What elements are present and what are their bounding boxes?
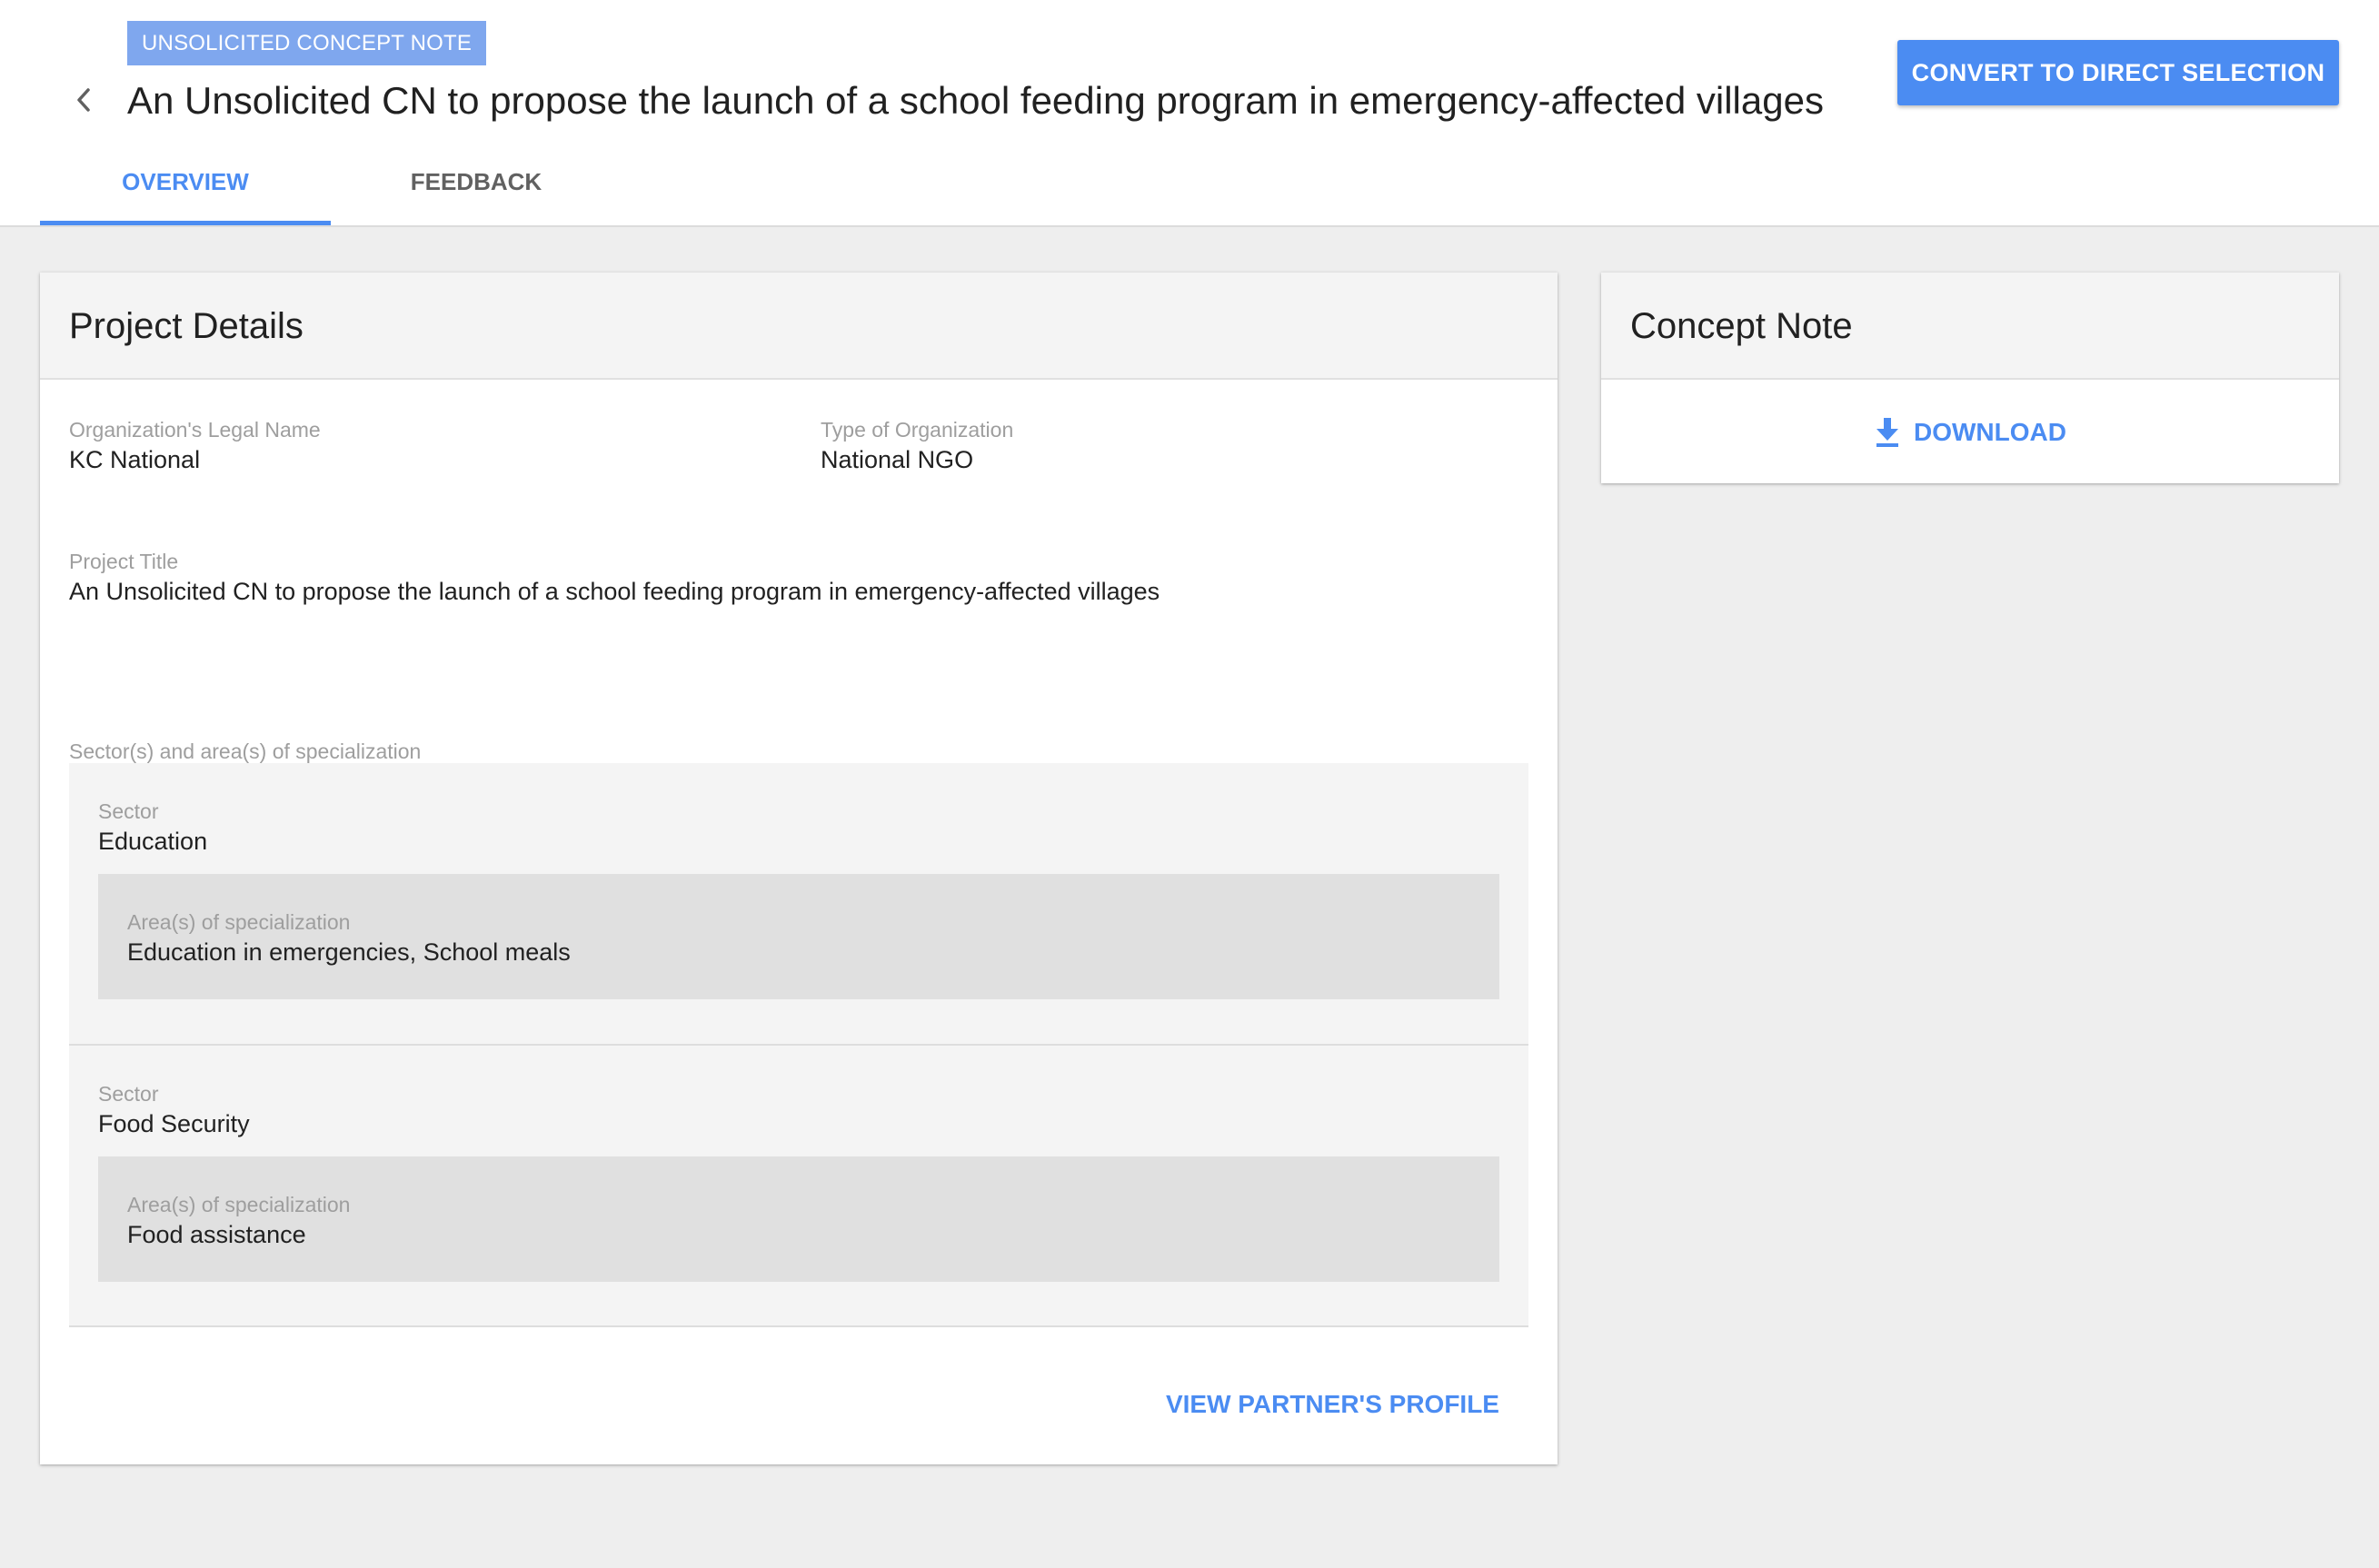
field-label: Area(s) of specialization — [127, 910, 351, 934]
tab-overview[interactable]: OVERVIEW — [40, 145, 331, 225]
field-value: An Unsolicited CN to propose the launch … — [69, 578, 1160, 605]
card-title: Project Details — [40, 273, 1558, 380]
field-label: Project Title — [69, 550, 179, 573]
area-of-specialization-box: Area(s) of specialization Education in e… — [98, 874, 1499, 999]
field-label: Sector — [98, 799, 159, 823]
page-title: An Unsolicited CN to propose the launch … — [127, 79, 1824, 122]
field-label: Type of Organization — [821, 418, 1014, 442]
download-button[interactable]: DOWNLOAD — [1601, 382, 2339, 483]
field-value: Food assistance — [127, 1221, 306, 1248]
field-label: Organization's Legal Name — [69, 418, 321, 442]
project-title-field: Project Title An Unsolicited CN to propo… — [69, 548, 1160, 608]
sector-block: Sector Food Security Area(s) of speciali… — [69, 1046, 1528, 1327]
tab-feedback[interactable]: FEEDBACK — [331, 145, 622, 225]
field-value: KC National — [69, 446, 201, 473]
field-value: Education in emergencies, School meals — [127, 938, 571, 966]
field-value: National NGO — [821, 446, 974, 473]
sector-block: Sector Education Area(s) of specializati… — [69, 763, 1528, 1046]
field-label: Sector(s) and area(s) of specialization — [69, 739, 422, 763]
field-label: Area(s) of specialization — [127, 1193, 351, 1216]
status-badge: UNSOLICITED CONCEPT NOTE — [127, 21, 487, 65]
back-button[interactable] — [64, 80, 104, 120]
card-title: Concept Note — [1601, 273, 2339, 380]
sector-field: Sector Food Security — [98, 1080, 250, 1140]
concept-note-card: Concept Note DOWNLOAD — [1601, 273, 2339, 483]
area-of-specialization-box: Area(s) of specialization Food assistanc… — [98, 1156, 1499, 1282]
chevron-left-icon — [77, 88, 90, 112]
sectors-section-label: Sector(s) and area(s) of specialization — [69, 738, 421, 765]
sector-field: Sector Education — [98, 798, 207, 858]
org-type-field: Type of Organization National NGO — [821, 416, 1013, 476]
field-value: Education — [98, 828, 208, 855]
view-partner-profile-link[interactable]: VIEW PARTNER'S PROFILE — [1166, 1390, 1499, 1419]
project-details-card: Project Details Organization's Legal Nam… — [40, 273, 1558, 1464]
field-label: Sector — [98, 1082, 159, 1106]
field-value: Food Security — [98, 1110, 250, 1137]
download-icon — [1876, 418, 1898, 447]
download-label: DOWNLOAD — [1914, 418, 2066, 446]
convert-to-direct-selection-button[interactable]: CONVERT TO DIRECT SELECTION — [1897, 40, 2339, 105]
org-legal-name-field: Organization's Legal Name KC National — [69, 416, 321, 476]
page-header: UNSOLICITED CONCEPT NOTE An Unsolicited … — [0, 0, 2379, 227]
